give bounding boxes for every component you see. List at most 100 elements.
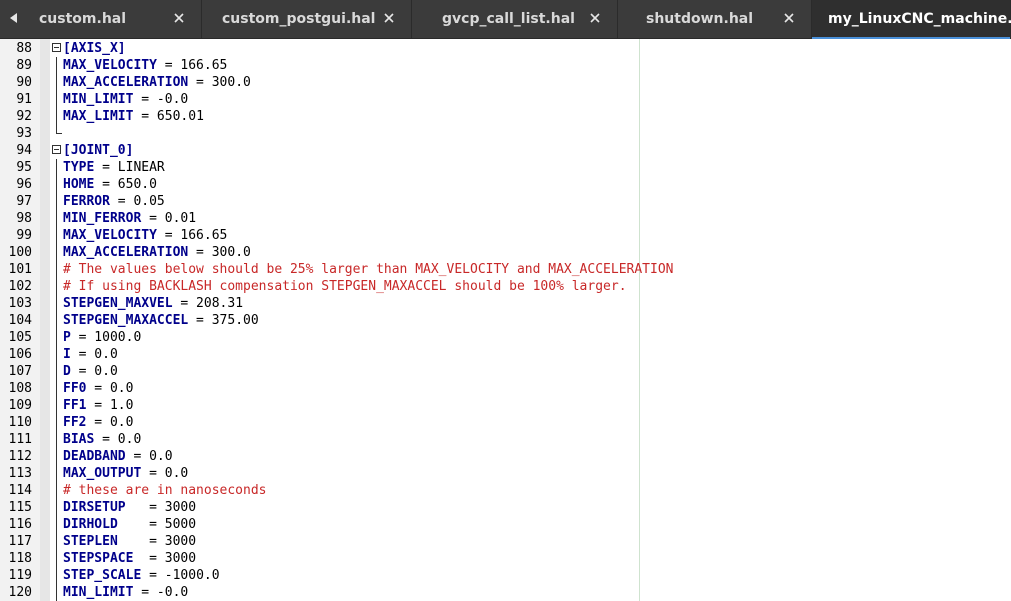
code-line[interactable]: 109 FF1 = 1.0 — [0, 397, 1011, 414]
fold-guide-line — [56, 465, 57, 482]
code-line[interactable]: 117 STEPLEN = 3000 — [0, 533, 1011, 550]
fold-guide-line — [56, 159, 57, 176]
config-key: MAX_OUTPUT — [63, 466, 142, 481]
code-line[interactable]: 118 STEPSPACE = 3000 — [0, 550, 1011, 567]
code-line[interactable]: 98 MIN_FERROR = 0.01 — [0, 210, 1011, 227]
config-value: = -0.0 — [133, 585, 189, 600]
line-number: 109 — [8, 398, 32, 413]
code-line[interactable]: 119 STEP_SCALE = -1000.0 — [0, 567, 1011, 584]
tab-gvcp-call-list-hal[interactable]: gvcp_call_list.hal — [412, 0, 618, 38]
line-number: 105 — [8, 330, 32, 345]
key-value-line: MAX_ACCELERATION = 300.0 — [63, 244, 251, 261]
code-line[interactable]: 94 [JOINT_0] — [0, 142, 1011, 159]
fold-guide-line — [56, 91, 57, 108]
line-number: 104 — [8, 313, 32, 328]
fold-guide-line — [56, 244, 57, 261]
tab-bar: custom.hal custom_postgui.hal gvcp_call_… — [0, 0, 1011, 39]
code-line[interactable]: 101 # The values below should be 25% larg… — [0, 261, 1011, 278]
fold-guide-line — [56, 516, 57, 533]
line-number: 108 — [8, 381, 32, 396]
code-line[interactable]: 91 MIN_LIMIT = -0.0 — [0, 91, 1011, 108]
config-value: = 650.01 — [133, 109, 204, 124]
config-key: MAX_ACCELERATION — [63, 75, 189, 90]
config-value: = 0.01 — [141, 211, 197, 226]
key-value-line: STEPLEN = 3000 — [63, 533, 196, 550]
line-number: 99 — [16, 228, 32, 243]
code-editor[interactable]: 88 [AXIS_X] 89 MAX_VELOCITY = 166.65 90 MAX_A… — [0, 39, 1011, 601]
tab-label: my_LinuxCNC_machine.ini — [828, 11, 1011, 27]
line-number: 113 — [8, 466, 32, 481]
comment-line: # If using BACKLASH compensation STEPGEN… — [63, 279, 627, 294]
config-value: = 375.00 — [188, 313, 259, 328]
code-line[interactable]: 107 D = 0.0 — [0, 363, 1011, 380]
line-number: 120 — [8, 585, 32, 600]
code-line[interactable]: 90 MAX_ACCELERATION = 300.0 — [0, 74, 1011, 91]
fold-guide-line — [56, 482, 57, 499]
line-number: 111 — [8, 432, 32, 447]
fold-guide-line — [56, 210, 57, 227]
line-number: 96 — [16, 177, 32, 192]
code-line[interactable]: 108 FF0 = 0.0 — [0, 380, 1011, 397]
config-key: HOME — [63, 177, 95, 192]
tab-shutdown-hal[interactable]: shutdown.hal — [618, 0, 812, 38]
config-value: = LINEAR — [94, 160, 165, 175]
config-key: DEADBAND — [63, 449, 126, 464]
fold-guide-line — [56, 397, 57, 414]
config-value: = 650.0 — [94, 177, 157, 192]
code-line[interactable]: 106 I = 0.0 — [0, 346, 1011, 363]
close-icon[interactable] — [171, 10, 187, 26]
config-key: FERROR — [63, 194, 110, 209]
code-line[interactable]: 104 STEPGEN_MAXACCEL = 375.00 — [0, 312, 1011, 329]
key-value-line: FF2 = 0.0 — [63, 414, 133, 431]
fold-guide-line — [56, 329, 57, 346]
fold-toggle-icon[interactable] — [52, 43, 61, 52]
key-value-line: MIN_FERROR = 0.01 — [63, 210, 196, 227]
code-line[interactable]: 103 STEPGEN_MAXVEL = 208.31 — [0, 295, 1011, 312]
config-value: = 0.0 — [141, 466, 189, 481]
code-line[interactable]: 102 # If using BACKLASH compensation STEP… — [0, 278, 1011, 295]
code-line[interactable]: 97 FERROR = 0.05 — [0, 193, 1011, 210]
key-value-line: I = 0.0 — [63, 346, 118, 363]
code-line[interactable]: 88 [AXIS_X] — [0, 40, 1011, 57]
code-line[interactable]: 93 — [0, 125, 1011, 142]
close-icon[interactable] — [781, 10, 797, 26]
code-line[interactable]: 113 MAX_OUTPUT = 0.0 — [0, 465, 1011, 482]
config-value: = 300.0 — [188, 75, 251, 90]
code-line[interactable]: 89 MAX_VELOCITY = 166.65 — [0, 57, 1011, 74]
code-line[interactable]: 110 FF2 = 0.0 — [0, 414, 1011, 431]
line-number: 98 — [16, 211, 32, 226]
code-line[interactable]: 105 P = 1000.0 — [0, 329, 1011, 346]
code-line[interactable]: 100 MAX_ACCELERATION = 300.0 — [0, 244, 1011, 261]
fold-guide-line — [56, 176, 57, 193]
tab-label: gvcp_call_list.hal — [442, 11, 575, 27]
line-number: 97 — [16, 194, 32, 209]
close-icon[interactable] — [381, 10, 397, 26]
config-key: FF0 — [63, 381, 87, 396]
code-line[interactable]: 120 MIN_LIMIT = -0.0 — [0, 584, 1011, 601]
key-value-line: FF1 = 1.0 — [63, 397, 133, 414]
line-number: 102 — [8, 279, 32, 294]
close-icon[interactable] — [587, 10, 603, 26]
code-line[interactable]: 114 # these are in nanoseconds — [0, 482, 1011, 499]
tab-custom-hal[interactable]: custom.hal — [28, 0, 202, 38]
code-line[interactable]: 115 DIRSETUP = 3000 — [0, 499, 1011, 516]
key-value-line: MAX_OUTPUT = 0.0 — [63, 465, 188, 482]
fold-guide-line — [56, 108, 57, 125]
fold-guide-line — [56, 414, 57, 431]
config-key: MAX_VELOCITY — [63, 58, 157, 73]
code-line[interactable]: 96 HOME = 650.0 — [0, 176, 1011, 193]
code-line[interactable]: 92 MAX_LIMIT = 650.01 — [0, 108, 1011, 125]
tab-scroll-left-button[interactable] — [0, 0, 28, 38]
config-value: = 0.0 — [86, 381, 134, 396]
tab-custom-postgui-hal[interactable]: custom_postgui.hal — [202, 0, 412, 38]
code-line[interactable]: 99 MAX_VELOCITY = 166.65 — [0, 227, 1011, 244]
code-line[interactable]: 112 DEADBAND = 0.0 — [0, 448, 1011, 465]
code-line[interactable]: 116 DIRHOLD = 5000 — [0, 516, 1011, 533]
config-key: DIRSETUP — [63, 500, 126, 515]
code-line[interactable]: 95 TYPE = LINEAR — [0, 159, 1011, 176]
code-line[interactable]: 111 BIAS = 0.0 — [0, 431, 1011, 448]
key-value-line: MIN_LIMIT = -0.0 — [63, 584, 188, 601]
config-key: FF2 — [63, 415, 87, 430]
fold-toggle-icon[interactable] — [52, 145, 61, 154]
tab-my-linuxcnc-machine-ini[interactable]: my_LinuxCNC_machine.ini — [812, 0, 1011, 39]
